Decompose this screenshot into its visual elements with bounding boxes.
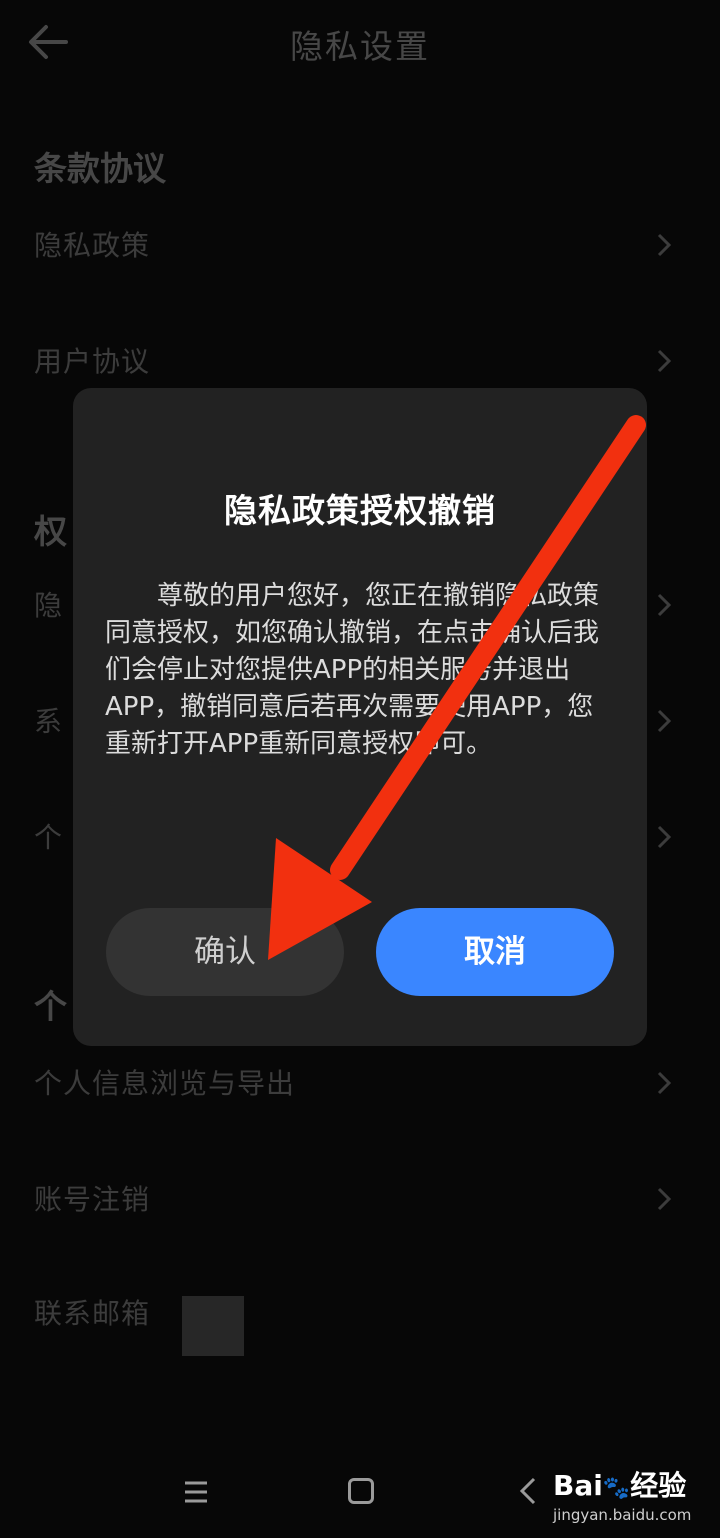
- back-icon[interactable]: [518, 1476, 538, 1506]
- watermark-url: jingyan.baidu.com: [553, 1506, 692, 1524]
- home-icon[interactable]: [348, 1478, 374, 1504]
- dialog-body: 尊敬的用户您好，您正在撤销隐私政策同意授权，如您确认撤销，在点击确认后我们会停止…: [105, 581, 600, 759]
- dialog-title: 隐私政策授权撤销: [224, 491, 496, 530]
- revoke-dialog: 隐私政策授权撤销 尊敬的用户您好，您正在撤销隐私政策同意授权，如您确认撤销，在点…: [73, 388, 647, 1046]
- baidu-jingyan-watermark: Bai🐾经验 jingyan.baidu.com: [553, 1464, 713, 1528]
- paw-icon: 🐾: [602, 1476, 631, 1501]
- system-navbar: Bai🐾经验 jingyan.baidu.com: [0, 1450, 720, 1538]
- confirm-button[interactable]: 确认: [106, 908, 344, 996]
- menu-icon[interactable]: [182, 1478, 210, 1506]
- watermark-brand: Bai🐾经验: [553, 1469, 687, 1502]
- cancel-button[interactable]: 取消: [376, 908, 614, 996]
